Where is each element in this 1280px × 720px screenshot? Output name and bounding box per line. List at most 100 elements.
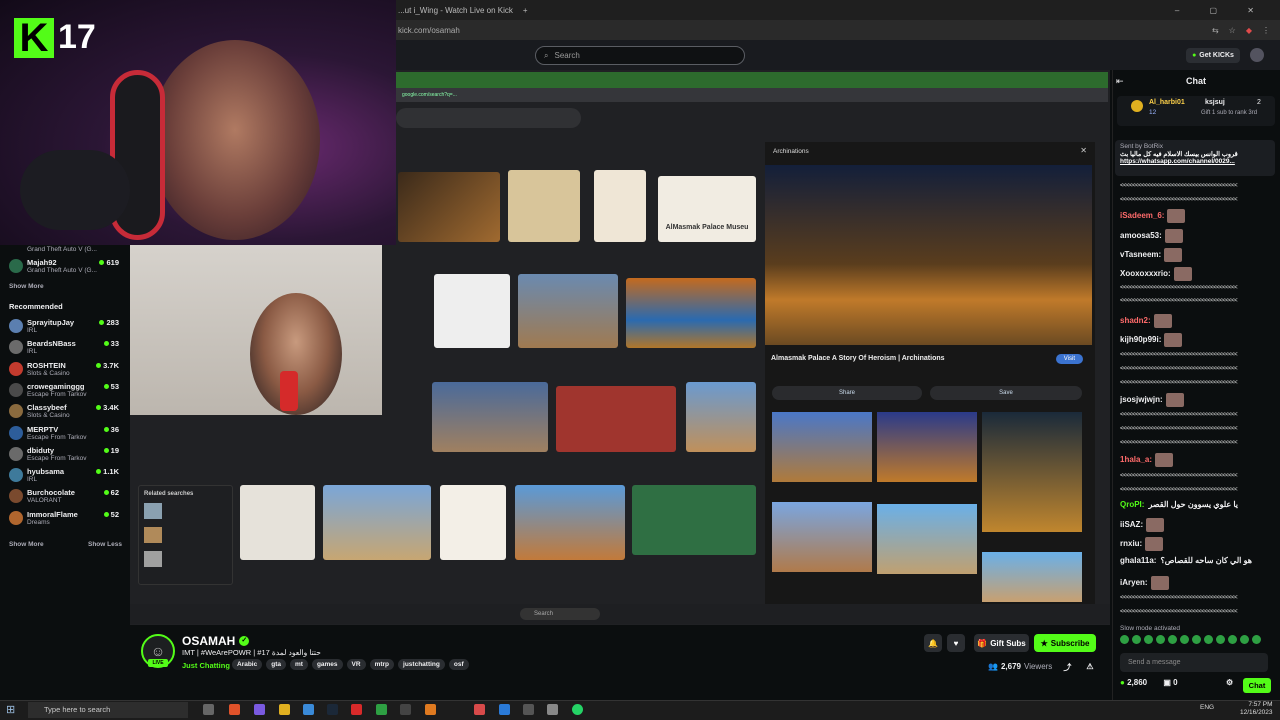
- emote-icon[interactable]: [1204, 635, 1213, 644]
- xbox-icon[interactable]: [376, 704, 387, 715]
- tag[interactable]: osf: [448, 659, 469, 670]
- emote-icon[interactable]: [1216, 635, 1225, 644]
- store-icon[interactable]: [303, 704, 314, 715]
- sidebar-item-dbiduty[interactable]: dbiduty Escape From Tarkov 19: [9, 445, 123, 466]
- chat-send-button[interactable]: Chat: [1243, 678, 1271, 693]
- get-kicks-button[interactable]: ● Get KICKs: [1186, 48, 1240, 63]
- tag[interactable]: mt: [289, 659, 308, 670]
- app-icon[interactable]: [400, 704, 411, 715]
- avatar: [9, 510, 23, 525]
- brave-icon[interactable]: [229, 704, 240, 715]
- sidebar-item-roshtein[interactable]: ROSHTEIN Slots & Casino 3.7K: [9, 360, 123, 381]
- subscribe-button[interactable]: ★ Subscribe: [1034, 634, 1096, 652]
- emote-icon[interactable]: [1120, 635, 1129, 644]
- gift-subs-button[interactable]: 🎁 Gift Subs: [974, 634, 1029, 652]
- chat-username[interactable]: kijh90p99i:: [1120, 335, 1161, 344]
- search-input[interactable]: ⌕ Search: [535, 46, 745, 65]
- emote-icon[interactable]: [1180, 635, 1189, 644]
- tag[interactable]: mtrp: [369, 659, 395, 670]
- bell-icon[interactable]: 🔔: [924, 634, 942, 652]
- emote-icon[interactable]: [1228, 635, 1237, 644]
- tag[interactable]: justchatting: [398, 659, 445, 670]
- channel-name[interactable]: OSAMAH: [182, 634, 235, 648]
- chat-username[interactable]: iAryen:: [1120, 578, 1148, 587]
- tag[interactable]: VR: [346, 659, 366, 670]
- chat-username[interactable]: shadn2:: [1120, 316, 1151, 325]
- chat-username[interactable]: vTasneem:: [1120, 250, 1161, 259]
- chat-username[interactable]: iSadeem_6:: [1120, 211, 1164, 220]
- whatsapp-icon[interactable]: [572, 704, 583, 715]
- new-tab-icon[interactable]: +: [523, 6, 528, 15]
- language-indicator[interactable]: ENG: [1200, 704, 1214, 711]
- chat-username[interactable]: amoosa53:: [1120, 231, 1162, 240]
- sidebar-item-sprayitupjay[interactable]: SprayitupJay IRL 283: [9, 317, 123, 338]
- taskbar-clock[interactable]: 7:57 PM 12/16/2023: [1240, 701, 1273, 717]
- heart-icon[interactable]: ♥: [947, 634, 965, 652]
- emote-icon[interactable]: [1240, 635, 1249, 644]
- app-icon[interactable]: [547, 704, 558, 715]
- app-icon[interactable]: [254, 704, 265, 715]
- chat-username[interactable]: Xooxoxxxrio:: [1120, 269, 1171, 278]
- emote-icon[interactable]: [1168, 635, 1177, 644]
- chat-username[interactable]: iiSAZ:: [1120, 520, 1143, 529]
- chat-username[interactable]: rnxiu:: [1120, 539, 1142, 548]
- star-icon[interactable]: ☆: [1229, 26, 1236, 35]
- settings-gear-icon[interactable]: ⚙: [1226, 678, 1233, 687]
- app-icon[interactable]: [351, 704, 362, 715]
- app-icon[interactable]: [425, 704, 436, 715]
- user-avatar[interactable]: [1250, 48, 1264, 62]
- show-more-link[interactable]: Show More: [9, 283, 44, 290]
- show-more-link[interactable]: Show More: [9, 541, 44, 548]
- chat-input[interactable]: Send a message: [1120, 653, 1268, 672]
- tag[interactable]: Arabic: [232, 659, 263, 670]
- pinned-link[interactable]: https://whatsapp.com/channel/0029...: [1120, 158, 1270, 165]
- emote-icon[interactable]: [1252, 635, 1261, 644]
- app-icon[interactable]: [499, 704, 510, 715]
- chat-username[interactable]: ghala11a:: [1120, 556, 1156, 565]
- url-text[interactable]: kick.com/osamah: [398, 26, 460, 35]
- steam-icon[interactable]: [327, 704, 338, 715]
- app-icon[interactable]: [474, 704, 485, 715]
- sidebar-item-classybeef[interactable]: Classybeef Slots & Casino 3.4K: [9, 402, 123, 423]
- emote-icon[interactable]: [1132, 635, 1141, 644]
- viewer-count: 36: [103, 425, 119, 434]
- share-icon[interactable]: ⤴: [1063, 662, 1071, 673]
- chat-emote-spam: <<<<<<<<<<<<<<<<<<<<<<<<<<<<<<<<<<<<<<<: [1120, 352, 1238, 358]
- live-dot-icon: [96, 405, 102, 411]
- folder-icon[interactable]: [279, 704, 290, 715]
- tag[interactable]: games: [311, 659, 343, 670]
- task-view-icon[interactable]: [203, 704, 214, 715]
- sidebar-item-hyubsama[interactable]: hyubsama IRL 1.1K: [9, 466, 123, 487]
- emote-icon[interactable]: [1144, 635, 1153, 644]
- stream-category[interactable]: Just Chatting: [182, 661, 230, 670]
- show-less-link[interactable]: Show Less: [88, 541, 122, 548]
- sidebar-item-merptv[interactable]: MERPTV Escape From Tarkov 36: [9, 424, 123, 445]
- emote-icon[interactable]: [1156, 635, 1165, 644]
- extension-icon[interactable]: ◆: [1246, 26, 1252, 35]
- chat-username[interactable]: 1hala_a:: [1120, 455, 1152, 464]
- browser-tab[interactable]: ...ut i_Wing - Watch Live on Kick: [398, 6, 513, 15]
- chat-username[interactable]: QroPI:: [1120, 500, 1144, 509]
- viewer-count: 1.1K: [96, 467, 119, 476]
- translate-icon[interactable]: ⇆: [1212, 26, 1219, 35]
- kicks-icon: ●: [1120, 678, 1125, 687]
- report-icon[interactable]: ⚠: [1086, 662, 1093, 673]
- sidebar-item-name: MERPTV: [27, 424, 59, 434]
- tag[interactable]: gta: [266, 659, 286, 670]
- taskbar-search-input[interactable]: Type here to search: [28, 702, 188, 718]
- window-controls[interactable]: – ▢ ✕: [1175, 6, 1268, 15]
- app-icon[interactable]: [523, 704, 534, 715]
- sidebar-item-majah92[interactable]: Majah92 Grand Theft Auto V (G... 619: [9, 257, 123, 278]
- sidebar-item-crowegaminggg[interactable]: crowegaminggg Escape From Tarkov 53: [9, 381, 123, 402]
- chat-message: QroPI: يا علوي يسوون حول القصر: [1120, 500, 1268, 509]
- search-icon: ⌕: [544, 50, 549, 60]
- sidebar-item-immoralflame[interactable]: ImmoralFlame Dreams 52: [9, 509, 123, 530]
- sidebar-item-beardsnbass[interactable]: BeardsNBass IRL 33: [9, 338, 123, 359]
- emote-icon[interactable]: [1192, 635, 1201, 644]
- windows-start-icon[interactable]: ⊞: [6, 703, 15, 716]
- menu-icon[interactable]: ⋮: [1262, 26, 1270, 35]
- chat-username[interactable]: jsosjwjwjn:: [1120, 395, 1163, 404]
- address-bar[interactable]: kick.com/osamah ⇆ ☆ ◆ ⋮: [390, 20, 1280, 40]
- sidebar-item-burchocolate[interactable]: Burchocolate VALORANT 62: [9, 487, 123, 508]
- gift-text: Gift 1 sub to rank 3rd: [1201, 110, 1258, 116]
